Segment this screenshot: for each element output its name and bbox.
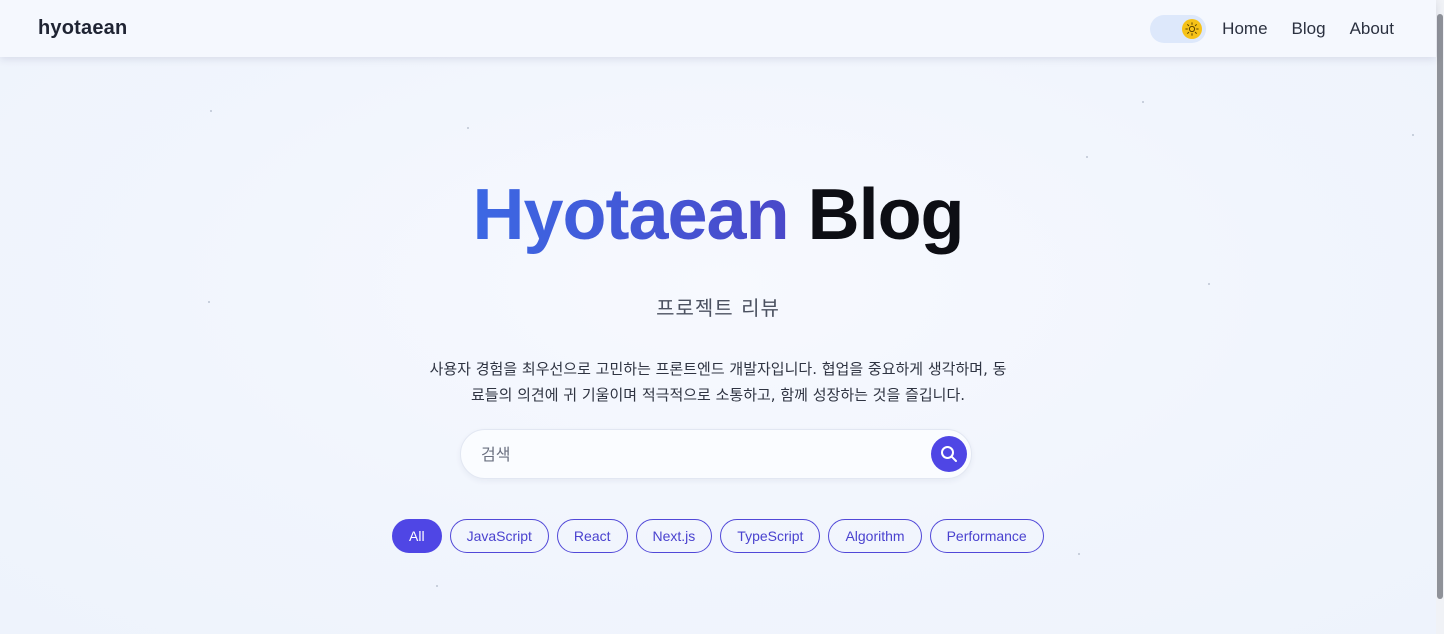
search-button[interactable]: [931, 436, 967, 472]
search-input[interactable]: [481, 430, 921, 478]
tag-javascript[interactable]: JavaScript: [449, 519, 549, 553]
background-dot: [1412, 134, 1414, 136]
hero-description: 사용자 경험을 최우선으로 고민하는 프론트엔드 개발자입니다. 협업을 중요하…: [370, 356, 1066, 408]
background-dot: [1142, 101, 1144, 103]
tag-algorithm[interactable]: Algorithm: [828, 519, 922, 553]
hero-description-line: 사용자 경험을 최우선으로 고민하는 프론트엔드 개발자입니다. 협업을 중요하…: [429, 360, 1007, 378]
brand-logo[interactable]: hyotaean: [38, 17, 127, 40]
tag-nextjs[interactable]: Next.js: [635, 519, 713, 553]
tag-filter-list: All JavaScript React Next.js TypeScript …: [392, 519, 1044, 553]
sun-icon: [1182, 18, 1203, 39]
search-box: [460, 429, 972, 479]
nav-menu: Home Blog About: [1150, 14, 1394, 43]
background-dot: [1078, 553, 1080, 555]
nav-link-about[interactable]: About: [1350, 19, 1394, 39]
tag-react[interactable]: React: [556, 519, 628, 553]
hero-title-accent: Hyotaean: [472, 175, 789, 255]
tag-all[interactable]: All: [392, 519, 442, 553]
search-icon: [941, 446, 957, 462]
nav-link-home[interactable]: Home: [1222, 19, 1267, 39]
background-dot: [1086, 156, 1088, 158]
page: hyotaean Home Blog About Hyotaean Blog 프…: [0, 0, 1444, 634]
background-dot: [210, 110, 212, 112]
tag-performance[interactable]: Performance: [929, 519, 1044, 553]
hero-title: Hyotaean Blog: [0, 170, 1436, 260]
navbar: hyotaean Home Blog About: [0, 0, 1436, 57]
scrollbar-thumb[interactable]: [1437, 14, 1443, 599]
background-dot: [436, 585, 438, 587]
hero-description-line: 료들의 의견에 귀 기울이며 적극적으로 소통하고, 함께 성장하는 것을 즐깁…: [470, 386, 966, 404]
tag-typescript[interactable]: TypeScript: [720, 519, 821, 553]
background-dot: [467, 127, 469, 129]
nav-link-blog[interactable]: Blog: [1292, 19, 1326, 39]
hero-title-rest: Blog: [807, 175, 965, 255]
hero-subtitle: 프로젝트 리뷰: [656, 296, 780, 320]
theme-toggle[interactable]: [1150, 14, 1207, 43]
background-dot: [1208, 283, 1210, 285]
page-scrollbar[interactable]: [1436, 0, 1444, 634]
